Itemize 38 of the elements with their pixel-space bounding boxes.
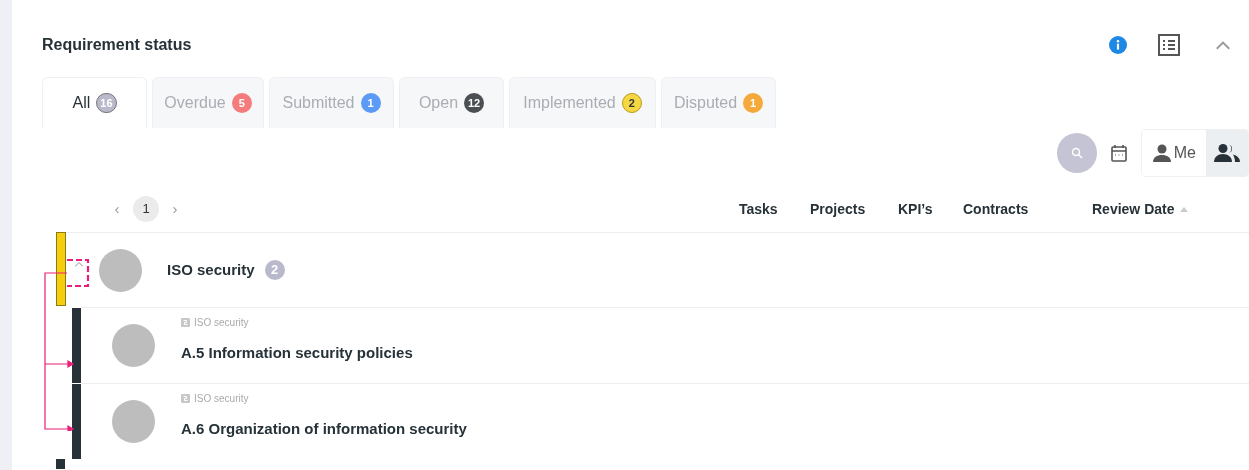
count-badge: 12 (464, 93, 485, 113)
status-tab[interactable]: All 16 (42, 77, 147, 128)
avatar (112, 400, 155, 443)
avatar (99, 248, 142, 292)
list-view-icon[interactable] (1157, 33, 1181, 57)
search-icon (1070, 147, 1083, 159)
item-color-bar (56, 459, 65, 469)
group-title[interactable]: ISO security (167, 258, 255, 282)
column-header[interactable]: Tasks (739, 198, 778, 220)
column-header[interactable]: Contracts (963, 198, 1029, 220)
person-icon (1151, 143, 1172, 163)
count-badge: 1 (360, 93, 381, 113)
item-title[interactable]: A.5 Information security policies (181, 341, 413, 365)
calendar-icon[interactable] (1110, 144, 1127, 162)
team-filter-button[interactable] (1206, 130, 1248, 176)
collapse-icon[interactable] (1215, 40, 1231, 50)
document-icon (181, 393, 190, 403)
info-icon[interactable] (1109, 36, 1127, 54)
count-badge: 1 (743, 93, 764, 113)
column-header[interactable]: Projects (810, 198, 866, 220)
count-badge: 2 (621, 93, 642, 113)
item-title[interactable]: A.6 Organization of information security (181, 417, 467, 441)
dashed-highlight-frame (67, 258, 90, 288)
page-button[interactable]: 1 (133, 196, 159, 222)
item-category: ISO security (194, 315, 249, 330)
document-icon (181, 317, 190, 327)
count-badge: 5 (231, 93, 252, 113)
people-icon (1214, 143, 1240, 163)
status-tab[interactable]: Implemented 2 (509, 77, 656, 128)
item-category: ISO security (194, 391, 249, 406)
count-badge: 16 (96, 93, 117, 113)
column-header[interactable]: Review Date (1092, 198, 1175, 220)
column-header[interactable]: KPI’s (898, 198, 933, 220)
status-tab[interactable]: Open 12 (399, 77, 504, 128)
count-badge: 2 (264, 260, 285, 280)
avatar (112, 324, 155, 367)
section-title: Requirement status (42, 35, 192, 55)
expand-toggle-icon[interactable] (74, 261, 84, 267)
